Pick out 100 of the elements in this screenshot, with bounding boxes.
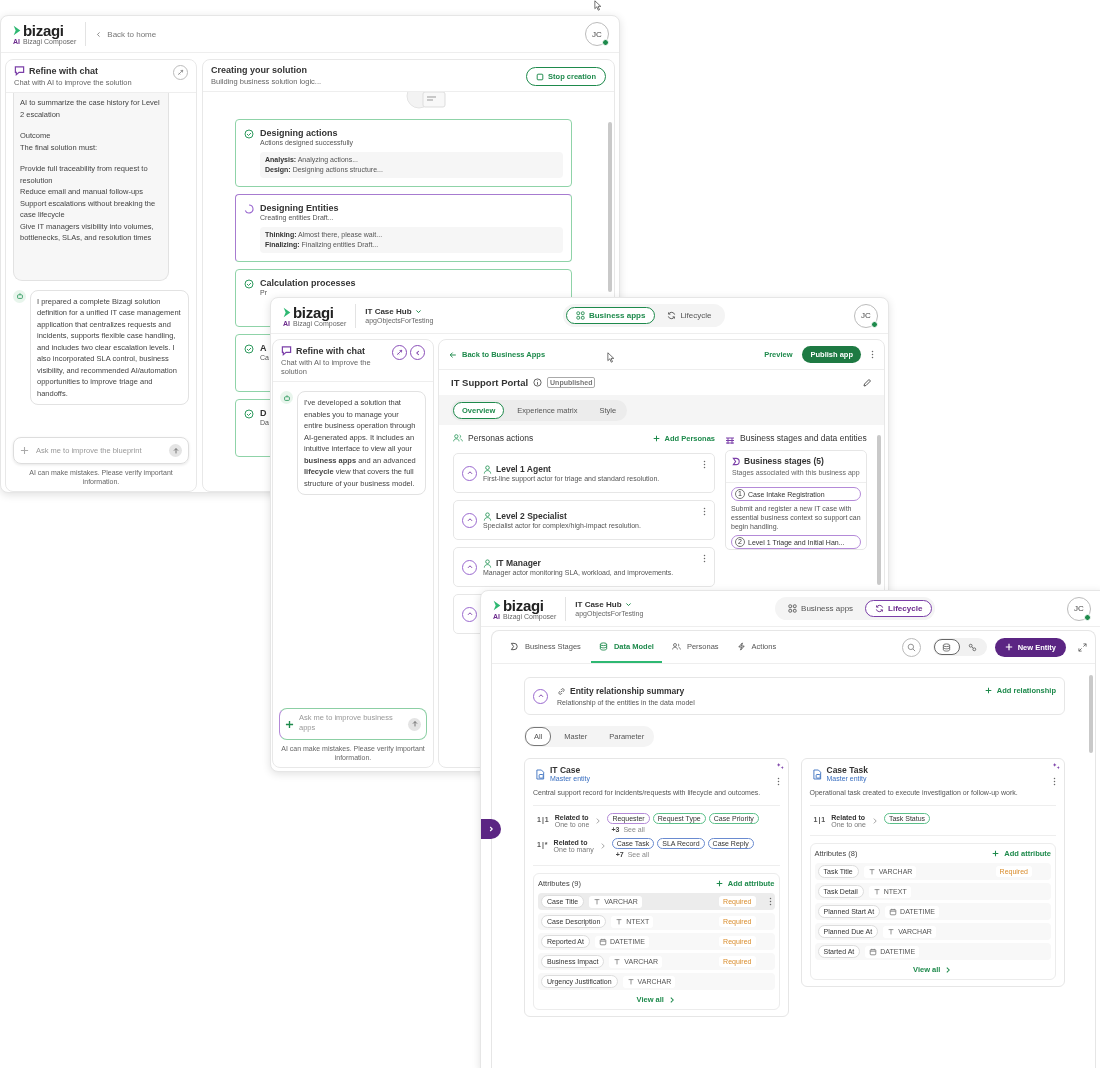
chat-icon <box>281 345 292 356</box>
plus-icon <box>652 434 660 442</box>
people-icon <box>671 641 681 651</box>
person-icon <box>483 511 492 521</box>
plus-icon <box>984 687 992 694</box>
people-icon <box>453 433 463 443</box>
plus-icon[interactable] <box>20 446 29 455</box>
grid-icon <box>575 311 585 320</box>
step-title: Calculation processes <box>260 278 356 288</box>
entity-icon <box>536 769 545 780</box>
logo-icon <box>13 25 21 36</box>
stages-icon <box>732 456 741 466</box>
panel-title: Refine with chat <box>296 345 365 356</box>
nodes-icon <box>968 642 978 652</box>
calendar-icon <box>598 937 607 946</box>
persona-name: Level 1 Agent <box>496 464 551 474</box>
stages-icon <box>510 641 519 651</box>
text-type-icon <box>593 897 602 906</box>
info-icon[interactable] <box>533 378 543 387</box>
lightning-icon <box>736 641 746 651</box>
step-title: D <box>260 408 268 418</box>
chevron-right-icon <box>944 965 953 974</box>
panel-title: Creating your solution <box>211 65 307 75</box>
chevron-right-icon <box>487 825 495 833</box>
calendar-icon <box>869 947 878 956</box>
view-tab[interactable]: Business apps <box>778 600 864 617</box>
check-circle-icon <box>244 344 254 354</box>
project-selector[interactable]: IT Case Hub <box>575 600 632 609</box>
check-circle-icon <box>244 279 254 289</box>
person-icon <box>483 558 492 568</box>
panel-title: Refine with chat <box>29 65 98 76</box>
persona-name: Level 2 Specialist <box>496 511 567 521</box>
database-icon <box>942 642 952 652</box>
plus-icon <box>715 880 723 887</box>
chevron-right-icon <box>594 817 603 825</box>
view-tab[interactable]: Business apps <box>565 307 656 324</box>
entity-icon <box>812 769 822 780</box>
chevron-left-icon <box>413 348 422 357</box>
scrollbar[interactable] <box>608 122 612 292</box>
app-title: IT Support Portal <box>451 377 529 388</box>
persona-name: IT Manager <box>496 558 541 568</box>
chat-icon <box>14 65 25 76</box>
plus-icon <box>1004 643 1013 651</box>
text-type-icon <box>887 927 896 936</box>
table-view-button[interactable] <box>933 639 960 655</box>
send-icon[interactable] <box>408 717 421 731</box>
text-type-icon <box>872 887 881 896</box>
edit-icon[interactable] <box>862 377 872 388</box>
arrow-left-icon <box>449 350 457 359</box>
step-title: Designing Entities <box>260 203 339 213</box>
back-link[interactable]: Back to home <box>95 29 157 39</box>
refresh-icon <box>667 311 677 320</box>
database-icon <box>598 641 608 651</box>
link-icon <box>557 686 566 696</box>
cursor-icon <box>607 352 615 363</box>
send-icon[interactable] <box>169 444 182 457</box>
text-type-icon <box>615 917 624 926</box>
caret-icon <box>624 601 632 608</box>
project-selector[interactable]: IT Case Hub <box>365 307 422 316</box>
person-icon <box>483 464 492 474</box>
entity-name: Case Task <box>826 765 869 775</box>
step-title: Designing actions <box>260 128 339 138</box>
refresh-icon <box>875 604 885 613</box>
text-type-icon <box>867 867 876 876</box>
check-circle-icon <box>244 409 254 419</box>
logo-wordmark: bizagi <box>293 304 334 320</box>
section-title: Business stages and data entities <box>740 433 867 443</box>
text-type-icon <box>626 977 635 986</box>
stages-title: Business stages (5) <box>744 456 824 466</box>
chevron-left-icon <box>95 30 103 38</box>
summary-title: Entity relationship summary <box>570 686 685 696</box>
logo-icon <box>493 599 501 611</box>
caret-icon <box>414 308 422 315</box>
expand-icon[interactable] <box>1078 642 1087 652</box>
scrollbar[interactable] <box>1089 675 1093 753</box>
stop-icon <box>536 72 545 81</box>
sparkle-icon[interactable] <box>1052 762 1061 771</box>
entity-name: IT Case <box>550 765 582 775</box>
calendar-icon <box>889 907 898 916</box>
spinner-icon <box>244 204 254 214</box>
view-tab[interactable]: Lifecycle <box>657 307 722 324</box>
expand-sidebar-button[interactable] <box>481 819 501 839</box>
table-icon <box>725 436 735 446</box>
search-icon <box>906 642 916 652</box>
grid-icon <box>788 604 798 613</box>
logo-icon <box>283 306 291 318</box>
logo-wordmark: bizagi <box>503 597 544 613</box>
check-circle-icon <box>244 129 254 139</box>
text-type-icon <box>613 957 622 966</box>
bot-icon <box>13 289 26 303</box>
sparkle-icon[interactable] <box>775 762 785 771</box>
plus-icon <box>992 850 1000 857</box>
collapse-button[interactable] <box>410 345 425 360</box>
search-button[interactable] <box>901 637 921 657</box>
logo-wordmark: bizagi <box>23 23 64 38</box>
view-tab[interactable]: Lifecycle <box>865 600 933 617</box>
plus-icon[interactable] <box>285 719 294 729</box>
section-title: Personas actions <box>468 433 534 443</box>
bot-icon <box>280 391 293 404</box>
scrollbar[interactable] <box>877 435 881 585</box>
